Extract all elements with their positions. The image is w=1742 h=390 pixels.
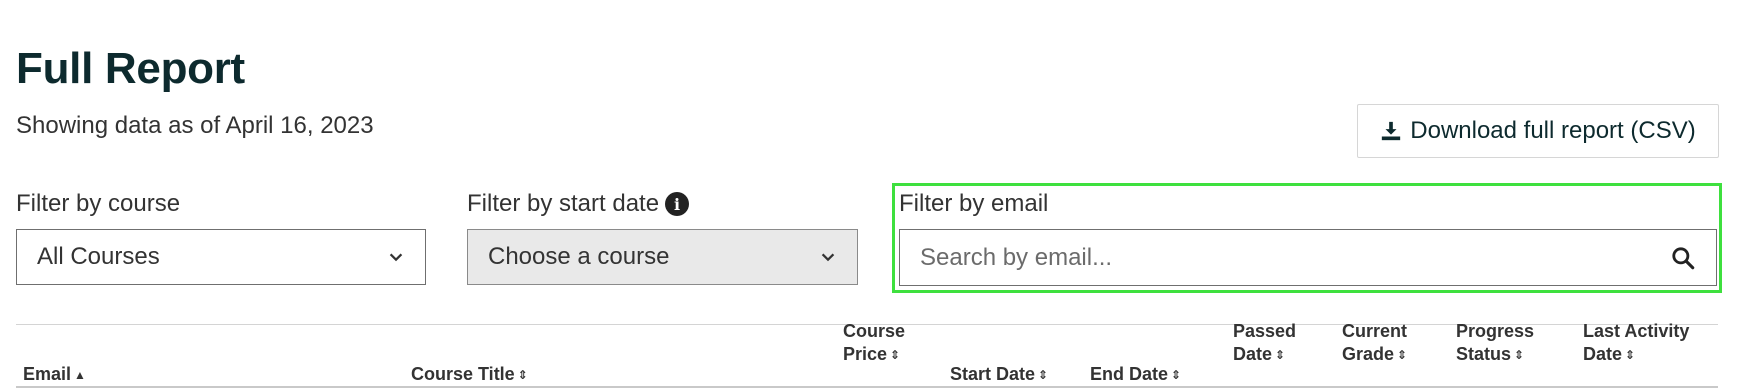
filter-start-date-label-text: Filter by start date: [467, 190, 660, 217]
sort-asc-icon: ▲: [74, 368, 86, 382]
chevron-down-icon: [821, 253, 835, 262]
column-header-line2: Price: [843, 344, 888, 364]
table-header-row: Email ▲ Course Title ⇕ Course Price ⇕ Start…: [16, 321, 1718, 390]
sort-icon: ⇕: [517, 368, 528, 382]
download-report-button[interactable]: Download full report (CSV): [1357, 104, 1719, 158]
sort-icon: ⇕: [1514, 348, 1525, 362]
column-header-passed-date[interactable]: Passed Date ⇕: [1233, 320, 1296, 367]
column-header-line1: Course: [843, 321, 906, 341]
column-header-line1: Progress: [1456, 321, 1535, 341]
column-header-line1: Current: [1342, 321, 1408, 341]
column-header-line2: Email: [23, 364, 72, 384]
start-date-select[interactable]: Choose a course: [467, 229, 858, 285]
column-header-line1: [950, 340, 1048, 363]
search-icon[interactable]: [1670, 245, 1696, 271]
sort-icon: ⇕: [1038, 368, 1049, 382]
download-icon: [1382, 121, 1401, 141]
filter-course-label: Filter by course: [16, 190, 180, 218]
column-header-line2: Date: [1233, 344, 1273, 364]
course-select-value: All Courses: [37, 243, 160, 270]
email-search-field: [899, 229, 1717, 286]
column-header-line1: [1090, 340, 1181, 363]
column-header-end-date[interactable]: End Date ⇕: [1090, 340, 1181, 387]
column-header-line1: Last Activity: [1583, 321, 1690, 341]
filter-email-label: Filter by email: [899, 190, 1048, 218]
column-header-course-title[interactable]: Course Title ⇕: [411, 340, 528, 387]
page-title: Full Report: [16, 44, 245, 93]
column-header-line2: Course Title: [411, 364, 515, 384]
email-search-input[interactable]: [920, 243, 1670, 272]
sort-icon: ⇕: [1275, 348, 1286, 362]
column-header-line2: Start Date: [950, 364, 1036, 384]
column-header-last-activity-date[interactable]: Last Activity Date ⇕: [1583, 320, 1689, 367]
sort-icon: ⇕: [1397, 348, 1408, 362]
filter-course-label-text: Filter by course: [16, 190, 181, 217]
filter-email-label-text: Filter by email: [899, 190, 1049, 217]
column-header-line2: Status: [1456, 344, 1512, 364]
column-header-line2: Grade: [1342, 344, 1395, 364]
chevron-down-icon: [389, 253, 403, 262]
sort-icon: ⇕: [1171, 368, 1182, 382]
column-header-line2: Date: [1583, 344, 1623, 364]
column-header-line1: [23, 340, 86, 363]
column-header-line1: [411, 340, 528, 363]
column-header-start-date[interactable]: Start Date ⇕: [950, 340, 1048, 387]
column-header-course-price[interactable]: Course Price ⇕: [843, 320, 905, 367]
table-header-divider: [16, 386, 1718, 388]
course-select[interactable]: All Courses: [16, 229, 426, 285]
column-header-line2: End Date: [1090, 364, 1169, 384]
column-header-current-grade[interactable]: Current Grade ⇕: [1342, 320, 1407, 367]
sort-icon: ⇕: [890, 348, 901, 362]
column-header-email[interactable]: Email ▲: [23, 340, 86, 387]
column-header-progress-status[interactable]: Progress Status ⇕: [1456, 320, 1534, 367]
start-date-select-value: Choose a course: [488, 243, 670, 270]
page-subtitle: Showing data as of April 16, 2023: [16, 112, 374, 139]
column-header-line1: Passed: [1233, 321, 1297, 341]
sort-icon: ⇕: [1625, 348, 1636, 362]
filter-start-date-label: Filter by start date i: [467, 190, 690, 218]
download-report-label: Download full report (CSV): [1410, 117, 1696, 144]
info-icon[interactable]: i: [665, 192, 690, 216]
